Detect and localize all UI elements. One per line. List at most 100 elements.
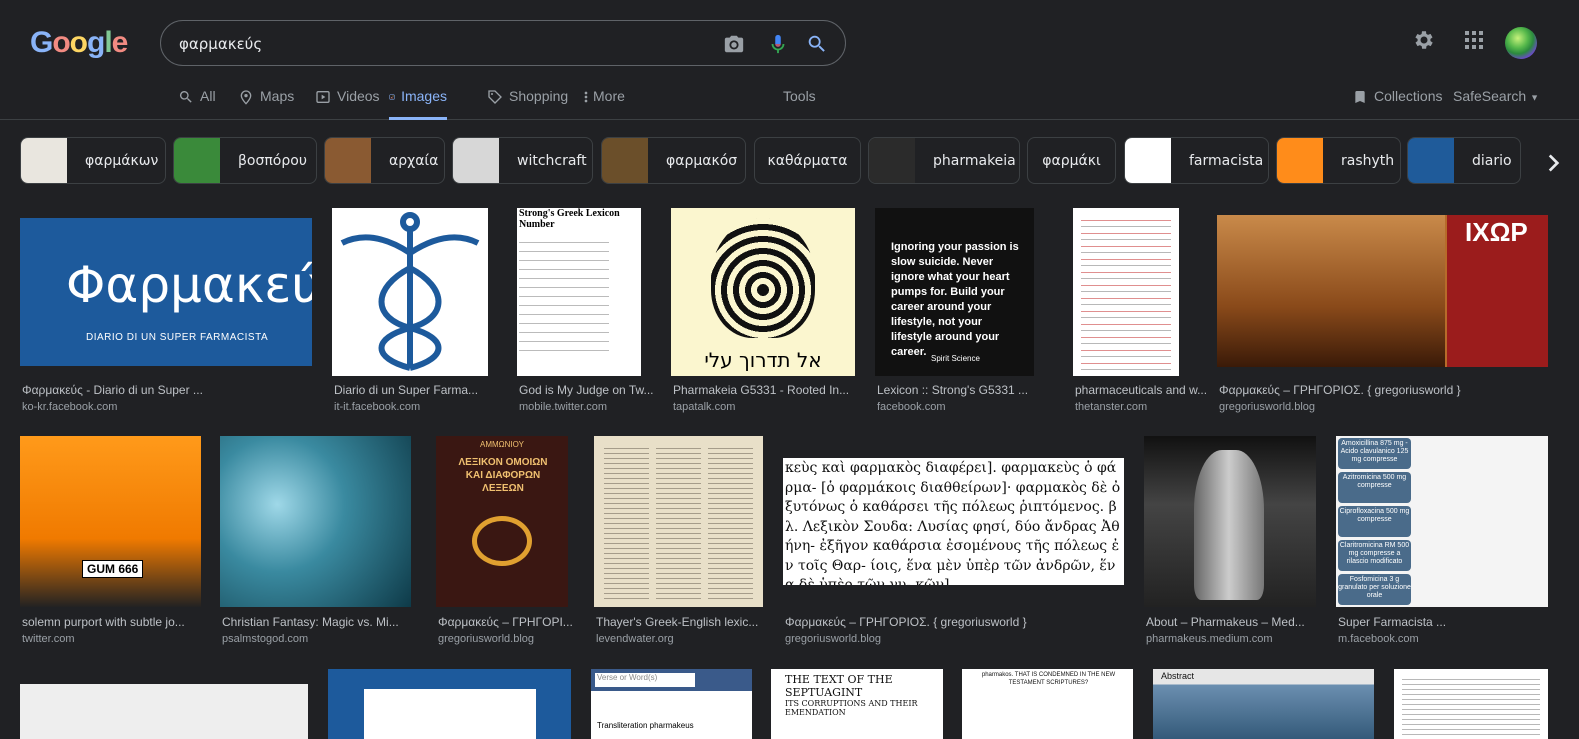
result-source[interactable]: levendwater.org xyxy=(596,633,674,645)
result-thumbnail[interactable]: Amoxicillina 875 mg - Acido clavulanico … xyxy=(1336,436,1548,607)
result-title[interactable]: Thayer's Greek-English lexic... xyxy=(596,615,765,629)
result-thumbnail[interactable]: Verse or Word(s) Transliteration pharmake… xyxy=(591,669,752,739)
result-thumbnail[interactable]: אל תדרוך עלי xyxy=(671,208,855,376)
result-source[interactable]: facebook.com xyxy=(877,401,945,413)
result-title[interactable]: Super Farmacista ... xyxy=(1338,615,1550,629)
tab-maps[interactable]: Maps xyxy=(238,86,294,120)
related-search-chip[interactable]: witchcraft xyxy=(452,137,593,184)
result-thumbnail[interactable] xyxy=(332,208,488,376)
related-search-chip[interactable]: αρχαία xyxy=(324,137,445,184)
map-pin-icon xyxy=(240,90,252,105)
microphone-icon[interactable] xyxy=(767,33,789,55)
result-title[interactable]: Christian Fantasy: Magic vs. Mi... xyxy=(222,615,413,629)
lexicon-lines xyxy=(519,234,609,354)
settings-gear-icon[interactable] xyxy=(1412,28,1436,52)
result-source[interactable]: tapatalk.com xyxy=(673,401,735,413)
result-title[interactable]: Φαρμακεύς – ΓΡΗΓΟΡΙΟΣ. { gregoriusworld … xyxy=(785,615,1126,629)
camera-icon[interactable] xyxy=(723,33,745,55)
result-source[interactable]: gregoriusworld.blog xyxy=(785,633,881,645)
result-thumbnail[interactable] xyxy=(1394,669,1548,739)
related-search-chip[interactable]: farmacista xyxy=(1124,137,1269,184)
result-source[interactable]: gregoriusworld.blog xyxy=(1219,401,1315,413)
tab-label: Maps xyxy=(260,88,295,104)
collections-button[interactable]: Collections xyxy=(1352,88,1442,106)
result-thumbnail[interactable] xyxy=(1144,436,1316,607)
result-title[interactable]: Lexicon :: Strong's G5331 ... xyxy=(877,383,1036,397)
image-text: pharmakos. THAT IS CONDEMNED IN THE NEW … xyxy=(981,672,1116,686)
bookmark-icon xyxy=(1355,91,1365,103)
google-logo[interactable]: Google xyxy=(30,26,128,60)
logo-letter: G xyxy=(30,26,53,59)
result-source[interactable]: m.facebook.com xyxy=(1338,633,1419,645)
account-avatar[interactable] xyxy=(1505,27,1537,59)
tools-button[interactable]: Tools xyxy=(783,88,816,104)
safesearch-dropdown[interactable]: SafeSearch ▼ xyxy=(1453,88,1539,104)
result-title[interactable]: Diario di un Super Farma... xyxy=(334,383,490,397)
result-thumbnail[interactable]: Abstract xyxy=(1153,669,1374,739)
related-search-chip[interactable]: rashyth xyxy=(1276,137,1401,184)
related-search-chip[interactable]: diario xyxy=(1407,137,1521,184)
verse-input-text: Verse or Word(s) xyxy=(595,673,695,687)
chip-label: αρχαία xyxy=(389,152,439,169)
result-thumbnail[interactable] xyxy=(20,684,308,739)
result-title[interactable]: solemn purport with subtle jo... xyxy=(22,615,203,629)
chip-thumbnail xyxy=(1125,138,1171,183)
tab-shopping[interactable]: Shopping xyxy=(487,86,568,120)
tab-all[interactable]: All xyxy=(178,86,216,120)
chip-label: καθάρματα xyxy=(767,152,848,169)
result-title[interactable]: Φαρμακεύς – ΓΡΗΓΟΡΙ... xyxy=(438,615,588,629)
result-title[interactable]: Φαρμακεύς - Diario di un Super ... xyxy=(22,383,314,397)
related-search-chip[interactable]: φαρμάκι xyxy=(1027,137,1116,184)
apps-grid-icon[interactable] xyxy=(1462,28,1486,52)
result-source[interactable]: mobile.twitter.com xyxy=(519,401,607,413)
video-icon xyxy=(316,91,330,103)
result-title[interactable]: Φαρμακεύς – ΓΡΗΓΟΡΙΟΣ. { gregoriusworld … xyxy=(1219,383,1550,397)
result-source[interactable]: gregoriusworld.blog xyxy=(438,633,534,645)
tab-more[interactable]: More xyxy=(582,86,625,120)
image-text: THE TEXT OF THE SEPTUAGINT xyxy=(785,673,893,699)
result-thumbnail[interactable] xyxy=(1073,208,1179,376)
result-source[interactable]: ko-kr.facebook.com xyxy=(22,401,117,413)
result-thumbnail[interactable]: pharmakos. THAT IS CONDEMNED IN THE NEW … xyxy=(962,669,1133,739)
related-search-chip[interactable]: pharmakeia xyxy=(868,137,1020,184)
result-thumbnail[interactable] xyxy=(220,436,411,607)
chip-label: φαρμάκων xyxy=(85,152,159,169)
tab-label: More xyxy=(593,88,625,104)
related-search-chip[interactable]: βοσπόρου xyxy=(173,137,317,184)
result-source[interactable]: pharmakeus.medium.com xyxy=(1146,633,1273,645)
tab-videos[interactable]: Videos xyxy=(315,86,380,120)
chip-label: pharmakeia xyxy=(933,152,1016,169)
result-thumbnail[interactable]: Φαρμακεύς DIARIO DI UN SUPER FARMACISTA xyxy=(20,218,312,366)
result-title[interactable]: God is My Judge on Tw... xyxy=(519,383,669,397)
tab-images[interactable]: Images xyxy=(389,86,447,120)
result-thumbnail[interactable]: ΑΜΜΩΝΙΟΥ ΛΕΞΙΚΟΝ ΟΜΟΙΩΝ ΚΑΙ ΔΙΑΦΟΡΩΝ ΛΕΞΕ… xyxy=(436,436,568,607)
result-source[interactable]: twitter.com xyxy=(22,633,75,645)
logo-letter: g xyxy=(87,26,105,59)
result-thumbnail[interactable]: κεὺς καὶ φαρμακὸς διαφέρει]. φαρμακεὺς ὁ… xyxy=(783,458,1124,585)
search-input[interactable] xyxy=(179,32,699,56)
result-thumbnail[interactable]: Ignoring your passion is slow suicide. N… xyxy=(875,208,1034,376)
result-source[interactable]: it-it.facebook.com xyxy=(334,401,420,413)
related-search-chip[interactable]: φαρμάκων xyxy=(20,137,166,184)
chip-label: φαρμάκι xyxy=(1042,152,1101,169)
image-subtext: Spirit Science xyxy=(931,354,980,363)
tab-label: Videos xyxy=(337,88,380,104)
result-thumbnail[interactable] xyxy=(328,669,571,739)
result-thumbnail[interactable]: GUM 666 xyxy=(20,436,201,607)
result-thumbnail[interactable]: ΙΧΩΡ xyxy=(1217,215,1548,367)
result-thumbnail[interactable]: Strong's Greek Lexicon Number xyxy=(517,208,641,376)
search-icon[interactable] xyxy=(806,33,828,55)
result-title[interactable]: About – Pharmakeus – Med... xyxy=(1146,615,1318,629)
result-title[interactable]: Pharmakeia G5331 - Rooted In... xyxy=(673,383,857,397)
result-source[interactable]: psalmstogod.com xyxy=(222,633,308,645)
related-search-chip[interactable]: φαρμακόσ xyxy=(601,137,746,184)
result-source[interactable]: thetanster.com xyxy=(1075,401,1147,413)
result-thumbnail[interactable]: THE TEXT OF THE SEPTUAGINT ITS CORRUPTION… xyxy=(771,669,943,739)
related-search-chip[interactable]: καθάρματα xyxy=(754,137,861,184)
chevron-right-icon[interactable] xyxy=(1540,150,1566,176)
result-thumbnail[interactable] xyxy=(594,436,763,607)
chip-label: φαρμακόσ xyxy=(666,152,738,169)
caret-down-icon: ▼ xyxy=(1530,92,1539,103)
chip-thumbnail xyxy=(453,138,499,183)
result-title[interactable]: pharmaceuticals and w... xyxy=(1075,383,1225,397)
